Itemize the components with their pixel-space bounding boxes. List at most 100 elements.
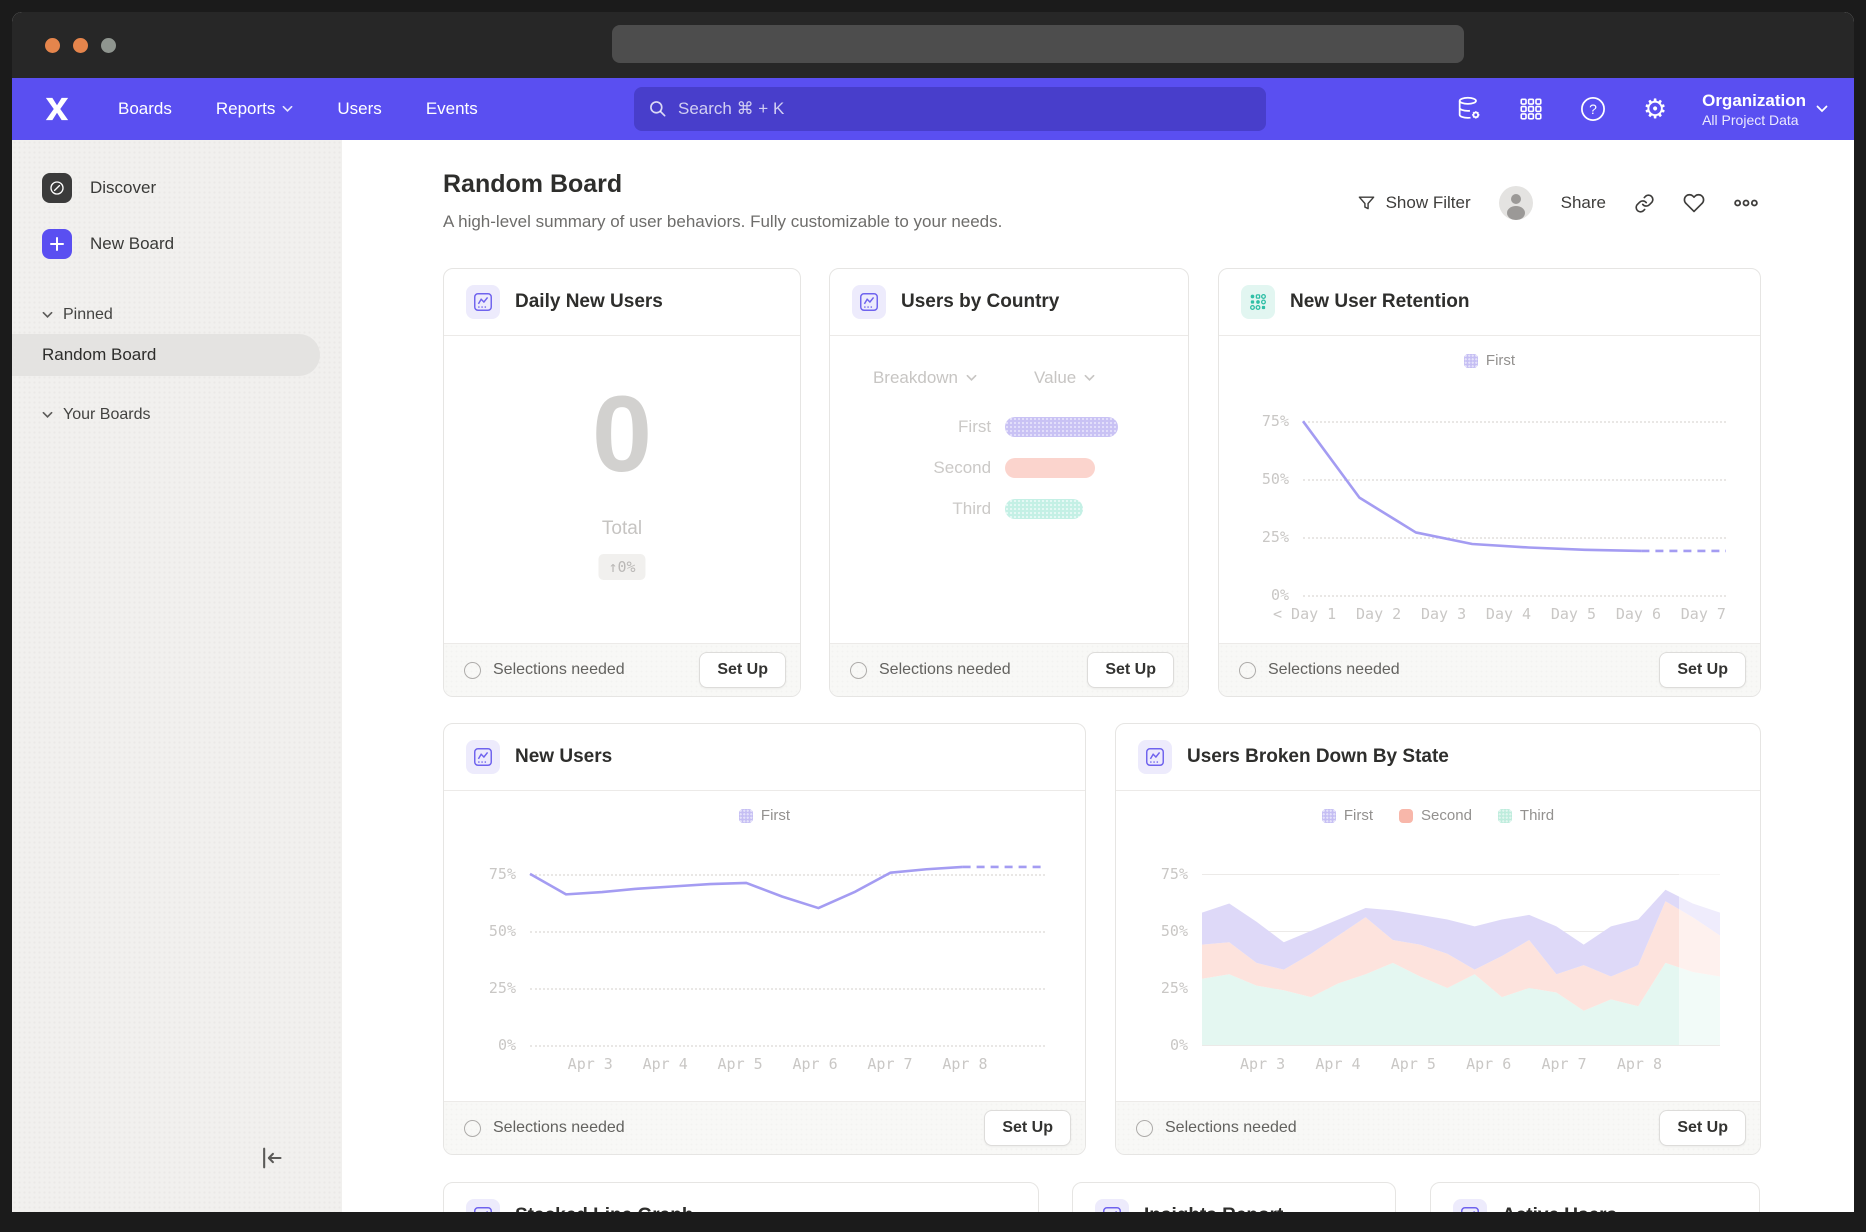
chevron-down-icon	[42, 411, 53, 419]
nav-right-icons: ? ⚙ Organization All Project Data	[1454, 78, 1828, 140]
new-users-line-chart: 75%50%25%0%Apr 3Apr 4Apr 5Apr 6Apr 7Apr …	[530, 851, 1045, 1045]
board-actions: Show Filter Share	[1357, 186, 1759, 220]
chevron-down-icon	[42, 311, 53, 319]
legend-item: First	[1322, 807, 1373, 824]
card-users-by-country: Users by Country Breakdown Value First	[829, 268, 1189, 697]
share-button[interactable]: Share	[1561, 193, 1606, 213]
card-insights-report: Insights Report	[1072, 1182, 1396, 1212]
apps-grid-icon[interactable]	[1516, 94, 1546, 124]
status-circle-icon	[1239, 662, 1256, 679]
traffic-lights	[45, 38, 116, 53]
more-options-icon[interactable]	[1733, 196, 1759, 210]
board-content: Random Board A high-level summary of use…	[342, 140, 1854, 1212]
sidebar-section-pinned[interactable]: Pinned	[42, 306, 342, 324]
copy-link-icon[interactable]	[1634, 193, 1655, 214]
forecast-overlay	[1679, 851, 1720, 1045]
x-axis-labels: Apr 3Apr 4Apr 5Apr 6Apr 7Apr 8	[1202, 1055, 1720, 1075]
nav-item-boards[interactable]: Boards	[118, 99, 172, 119]
stacked-area-chart: 75%50%25%0%Apr 3Apr 4Apr 5Apr 6Apr 7Apr …	[1202, 851, 1720, 1045]
set-up-button[interactable]: Set Up	[1087, 652, 1174, 688]
sidebar-collapse-icon[interactable]	[256, 1144, 284, 1172]
status-text: Selections needed	[493, 661, 625, 679]
show-filter-button[interactable]: Show Filter	[1357, 193, 1471, 213]
search-input[interactable]: Search ⌘ + K	[634, 87, 1266, 131]
legend-item: First	[739, 807, 790, 824]
top-navbar: Boards Reports Users Events Search ⌘ + K…	[12, 78, 1854, 140]
org-switcher[interactable]: Organization All Project Data	[1702, 90, 1828, 127]
sidebar-item-label: Discover	[90, 178, 156, 198]
chevron-down-icon	[966, 374, 977, 382]
favorite-heart-icon[interactable]	[1683, 192, 1705, 214]
help-icon[interactable]: ?	[1578, 94, 1608, 124]
chevron-down-icon	[282, 105, 293, 113]
data-management-icon[interactable]	[1454, 94, 1484, 124]
search-icon	[648, 99, 668, 119]
minimize-window-icon[interactable]	[73, 38, 88, 53]
breakdown-dropdown[interactable]: Breakdown	[873, 368, 977, 388]
set-up-button[interactable]: Set Up	[984, 1110, 1071, 1146]
settings-gear-icon[interactable]: ⚙	[1640, 94, 1670, 124]
y-axis-label: 25%	[1262, 528, 1289, 546]
funnel-icon	[1357, 194, 1376, 213]
nav-item-events[interactable]: Events	[426, 99, 478, 119]
status-circle-icon	[850, 662, 867, 679]
sidebar-item-random-board[interactable]: Random Board	[12, 334, 320, 376]
insights-chart-icon	[466, 285, 500, 319]
y-axis-label: 75%	[1161, 865, 1188, 883]
chevron-down-icon	[1084, 374, 1095, 382]
sidebar-item-discover[interactable]: Discover	[42, 160, 342, 216]
y-axis-label: 25%	[1161, 979, 1188, 997]
chart-legend: First	[1219, 352, 1760, 369]
insights-chart-icon	[1138, 740, 1172, 774]
status-text: Selections needed	[1268, 661, 1400, 679]
status-circle-icon	[464, 662, 481, 679]
y-axis-label: 50%	[489, 922, 516, 940]
set-up-button[interactable]: Set Up	[1659, 652, 1746, 688]
gridline	[1303, 595, 1726, 597]
y-axis-label: 50%	[1161, 922, 1188, 940]
gridline	[1202, 1045, 1720, 1046]
sidebar-item-label: New Board	[90, 234, 174, 254]
status-text: Selections needed	[1165, 1119, 1297, 1137]
nav-item-reports[interactable]: Reports	[216, 99, 294, 119]
sidebar: Discover New Board Pinned Random Board Y…	[12, 140, 343, 1212]
address-bar[interactable]	[612, 25, 1464, 63]
insights-chart-icon	[1095, 1199, 1129, 1212]
page-subtitle: A high-level summary of user behaviors. …	[443, 212, 1002, 232]
country-row: First	[830, 416, 1188, 438]
bar-third	[1005, 499, 1083, 519]
nav-item-users[interactable]: Users	[337, 99, 381, 119]
set-up-button[interactable]: Set Up	[1659, 1110, 1746, 1146]
status-circle-icon	[1136, 1120, 1153, 1137]
card-title: Insights Report	[1144, 1205, 1283, 1212]
org-subtitle: All Project Data	[1702, 112, 1806, 128]
org-name: Organization	[1702, 90, 1806, 111]
y-axis-label: 75%	[489, 865, 516, 883]
sidebar-item-new-board[interactable]: New Board	[42, 216, 342, 272]
card-new-user-retention: New User Retention First 75%50%25%0%< Da…	[1218, 268, 1761, 697]
svg-text:?: ?	[1589, 101, 1597, 117]
status-text: Selections needed	[493, 1119, 625, 1137]
mixpanel-logo-icon[interactable]	[42, 94, 72, 124]
zoom-window-icon[interactable]	[101, 38, 116, 53]
retention-line-chart: 75%50%25%0%< Day 1Day 2Day 3Day 4Day 5Da…	[1303, 398, 1726, 595]
card-title: Stacked Line Graph	[515, 1205, 693, 1212]
metric-value: 0	[444, 380, 800, 488]
card-active-users: Active Users	[1430, 1182, 1760, 1212]
gridline	[530, 1045, 1045, 1047]
avatar[interactable]	[1499, 186, 1533, 220]
metric-label: Total	[444, 518, 800, 540]
insights-chart-icon	[466, 740, 500, 774]
sidebar-section-your-boards[interactable]: Your Boards	[42, 406, 342, 424]
set-up-button[interactable]: Set Up	[699, 652, 786, 688]
x-axis-labels: < Day 1Day 2Day 3Day 4Day 5Day 6Day 7	[1273, 605, 1726, 625]
close-window-icon[interactable]	[45, 38, 60, 53]
value-dropdown[interactable]: Value	[1034, 368, 1095, 388]
card-title: Users by Country	[901, 291, 1059, 313]
legend-item: Second	[1399, 807, 1472, 824]
card-title: New User Retention	[1290, 291, 1469, 313]
card-stacked-line-graph: Stacked Line Graph	[443, 1182, 1039, 1212]
card-title: Active Users	[1502, 1205, 1617, 1212]
retention-grid-icon	[1241, 285, 1275, 319]
country-row: Second	[830, 457, 1188, 479]
